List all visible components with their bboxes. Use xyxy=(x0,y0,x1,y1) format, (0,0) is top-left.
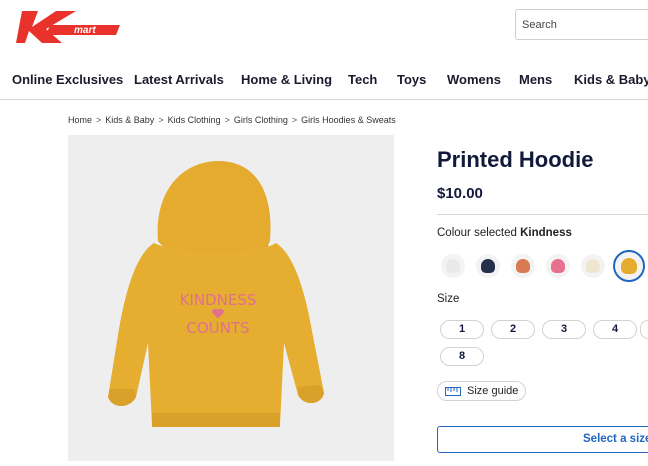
size-option-3[interactable]: 3 xyxy=(542,320,586,339)
navy-hoodie-swatch-icon xyxy=(481,259,495,273)
size-option-4[interactable]: 4 xyxy=(593,320,637,339)
svg-text:mart: mart xyxy=(74,25,96,36)
cream-hoodie-swatch-icon xyxy=(586,259,600,273)
hoodie-print-line1: KINDNESS xyxy=(180,291,257,309)
breadcrumb-girls-hoodies-sweats[interactable]: Girls Hoodies & Sweats xyxy=(301,115,396,125)
white-hoodie-swatch-icon xyxy=(446,259,460,273)
select-size-button[interactable]: Select a size xyxy=(437,426,648,453)
main-navigation: Online Exclusives Latest Arrivals Home &… xyxy=(0,72,648,100)
size-option-1[interactable]: 1 xyxy=(440,320,484,339)
colour-swatch-pink[interactable] xyxy=(546,254,570,278)
breadcrumb-kids-baby[interactable]: Kids & Baby xyxy=(105,115,154,125)
size-option-2[interactable]: 2 xyxy=(491,320,535,339)
product-price: $10.00 xyxy=(437,185,483,202)
rust-hoodie-swatch-icon xyxy=(516,259,530,273)
breadcrumb: Home > Kids & Baby > Kids Clothing > Girls Clo… xyxy=(68,115,396,125)
mustard-hoodie-swatch-icon xyxy=(621,258,637,274)
colour-swatch-white[interactable] xyxy=(441,254,465,278)
colour-label-text: Colour selected xyxy=(437,227,517,239)
ruler-icon xyxy=(445,387,461,399)
breadcrumb-girls-clothing[interactable]: Girls Clothing xyxy=(234,115,288,125)
colour-swatch-navy[interactable] xyxy=(476,254,500,278)
size-label: Size xyxy=(437,293,460,305)
colour-swatch-mustard[interactable] xyxy=(613,250,645,282)
nav-item-home-living[interactable]: Home & Living xyxy=(241,72,332,87)
nav-item-online-exclusives[interactable]: Online Exclusives xyxy=(12,72,123,87)
pink-hoodie-swatch-icon xyxy=(551,259,565,273)
nav-item-womens[interactable]: Womens xyxy=(447,72,501,87)
breadcrumb-home[interactable]: Home xyxy=(68,115,92,125)
nav-item-tech[interactable]: Tech xyxy=(348,72,377,87)
nav-item-kids-baby[interactable]: Kids & Baby xyxy=(574,72,648,87)
nav-item-mens[interactable]: Mens xyxy=(519,72,552,87)
breadcrumb-kids-clothing[interactable]: Kids Clothing xyxy=(168,115,221,125)
hoodie-print-line2: COUNTS xyxy=(186,319,249,337)
product-title: Printed Hoodie xyxy=(437,147,594,172)
divider xyxy=(437,214,648,215)
colour-swatch-rust[interactable] xyxy=(511,254,535,278)
colour-selected-name: Kindness xyxy=(520,227,572,239)
size-option-8[interactable]: 8 xyxy=(440,347,484,366)
nav-item-latest-arrivals[interactable]: Latest Arrivals xyxy=(134,72,224,87)
breadcrumb-separator: > xyxy=(158,115,164,125)
breadcrumb-separator: > xyxy=(291,115,298,125)
size-guide-label: Size guide xyxy=(467,385,519,397)
select-size-label: Select a size xyxy=(583,433,648,445)
product-image[interactable]: KINDNESS COUNTS xyxy=(68,135,394,461)
breadcrumb-separator: > xyxy=(96,115,102,125)
search-input[interactable] xyxy=(515,9,648,40)
breadcrumb-separator: > xyxy=(224,115,230,125)
size-guide-button[interactable]: Size guide xyxy=(437,381,526,401)
colour-label: Colour selected Kindness xyxy=(437,227,572,239)
kmart-logo[interactable]: mart xyxy=(16,9,120,45)
nav-item-toys[interactable]: Toys xyxy=(397,72,426,87)
size-option-partial[interactable] xyxy=(640,320,648,339)
colour-swatch-cream[interactable] xyxy=(581,254,605,278)
